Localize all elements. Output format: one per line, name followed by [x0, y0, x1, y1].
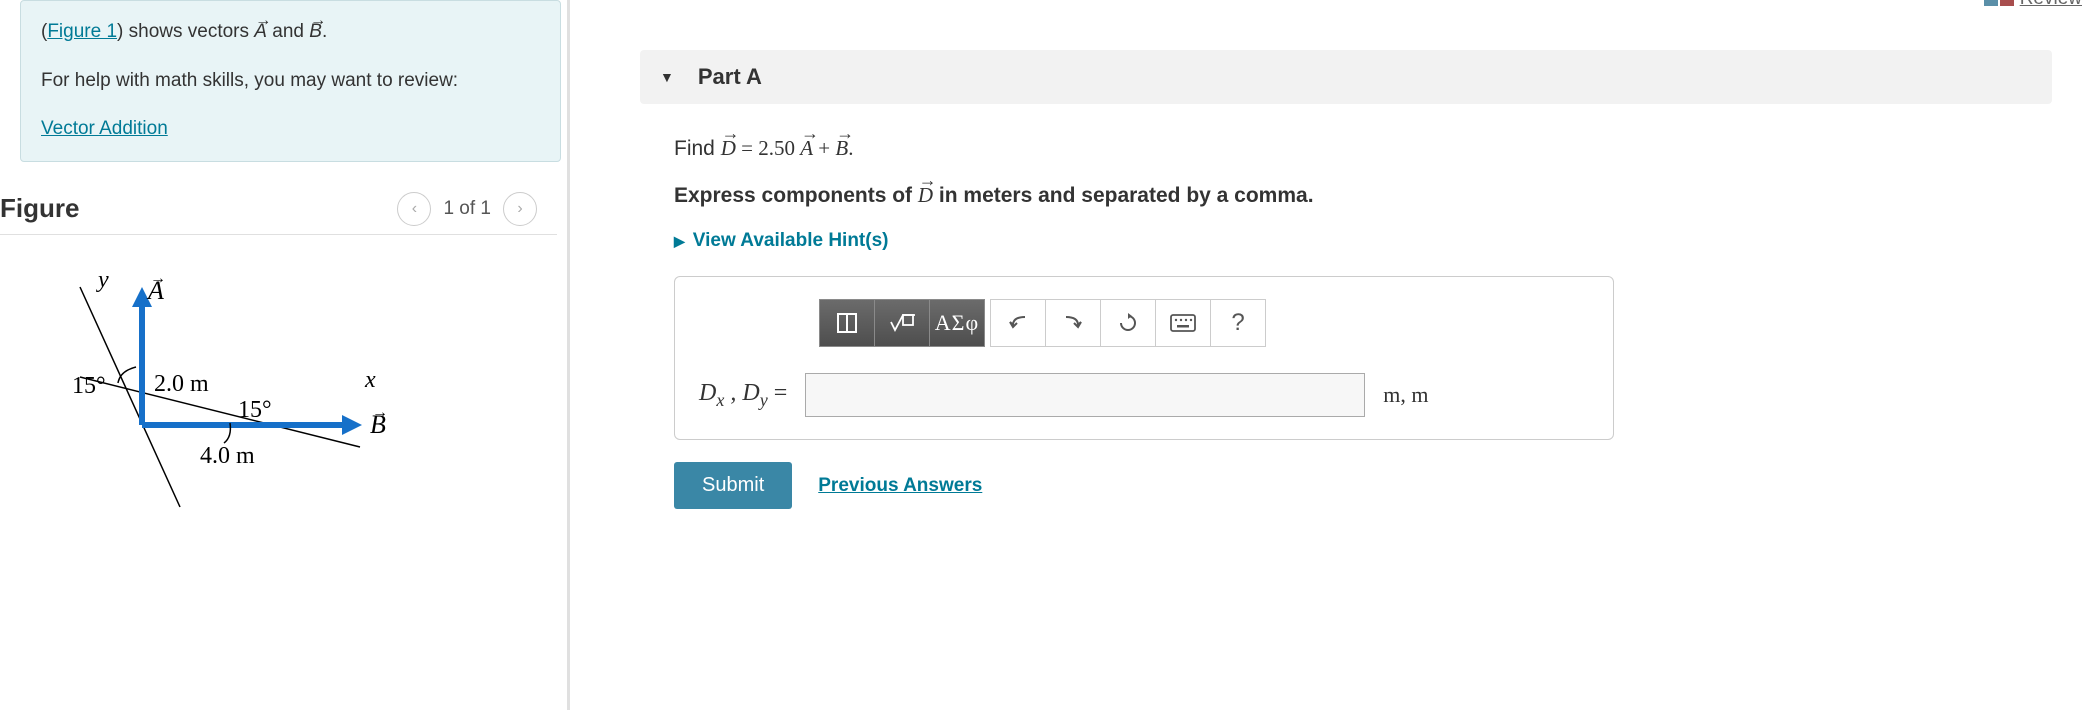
figure-counter: 1 of 1	[443, 198, 491, 220]
figure-nav: ‹ 1 of 1 ›	[397, 192, 537, 226]
part-title: Part A	[698, 64, 762, 90]
express-post: in meters and separated by a comma.	[933, 184, 1313, 207]
prev-figure-button[interactable]: ‹	[397, 192, 431, 226]
expand-icon: ▶	[674, 233, 685, 250]
vector-D: →D	[721, 136, 736, 160]
express-pre: Express components of	[674, 184, 918, 207]
action-row: Submit Previous Answers	[674, 462, 2052, 509]
angle-A: 15°	[72, 373, 106, 399]
eq-text: = 2.50	[736, 136, 800, 160]
intro-and: and	[267, 21, 309, 42]
review-icon	[1984, 0, 1998, 6]
figure-link[interactable]: Figure 1	[47, 21, 117, 42]
reset-button[interactable]	[1100, 299, 1156, 347]
find-label: Find	[674, 137, 721, 160]
previous-answers-link[interactable]: Previous Answers	[818, 475, 982, 497]
part-content: Find →D = 2.50 →A + →B. Express componen…	[640, 104, 2052, 509]
vector-A: →A	[254, 21, 267, 42]
figure-header: Figure ‹ 1 of 1 ›	[0, 182, 557, 235]
figure-image: y x A → B → 15° 15° 2.0 m 4.0 m	[0, 235, 567, 545]
math-toolbar: ΑΣφ ?	[819, 299, 1589, 347]
vector-D-2: →D	[918, 183, 933, 207]
review-icon-2	[2000, 0, 2014, 6]
radical-button[interactable]	[874, 299, 930, 347]
greek-button[interactable]: ΑΣφ	[929, 299, 985, 347]
len-A: 2.0 m	[154, 371, 209, 397]
review-label: Review	[2020, 0, 2082, 10]
vector-B-2: →B	[835, 136, 848, 160]
answer-label: Dx , Dy =	[699, 380, 787, 411]
redo-button[interactable]	[1045, 299, 1101, 347]
intro-box: (Figure 1) shows vectors →A and →B. For …	[20, 0, 561, 162]
review-link[interactable]: Review	[1984, 0, 2082, 10]
x-axis-label: x	[364, 367, 376, 393]
help-line: For help with math skills, you may want …	[41, 68, 540, 95]
vector-B: →B	[309, 21, 322, 42]
help-button[interactable]: ?	[1210, 299, 1266, 347]
answer-box: ΑΣφ ?	[674, 276, 1614, 440]
prompt-line: Find →D = 2.50 →A + →B.	[674, 136, 2052, 161]
unit-label: m, m	[1383, 382, 1428, 408]
next-figure-button[interactable]: ›	[503, 192, 537, 226]
intro-text-1: ) shows vectors	[117, 21, 254, 42]
angle-B: 15°	[238, 397, 272, 423]
template-button[interactable]	[819, 299, 875, 347]
answer-input-row: Dx , Dy = m, m	[699, 373, 1589, 417]
right-panel: Review ▼ Part A Find →D = 2.50 →A + →B. …	[570, 0, 2082, 710]
collapse-icon: ▼	[660, 69, 674, 85]
len-B: 4.0 m	[200, 443, 255, 469]
vector-A-2: →A	[800, 136, 813, 160]
express-line: Express components of →D in meters and s…	[674, 183, 2052, 208]
part-a-header[interactable]: ▼ Part A	[640, 50, 2052, 104]
submit-button[interactable]: Submit	[674, 462, 792, 509]
left-panel: (Figure 1) shows vectors →A and →B. For …	[0, 0, 570, 710]
undo-button[interactable]	[990, 299, 1046, 347]
answer-input[interactable]	[805, 373, 1365, 417]
figure-title: Figure	[0, 193, 79, 224]
keyboard-button[interactable]	[1155, 299, 1211, 347]
intro-line-1: (Figure 1) shows vectors →A and →B.	[41, 19, 540, 46]
vector-addition-link[interactable]: Vector Addition	[41, 118, 168, 139]
view-hints-button[interactable]: ▶ View Available Hint(s)	[674, 230, 2052, 252]
hints-label: View Available Hint(s)	[693, 230, 889, 252]
svg-text:→: →	[150, 270, 166, 287]
y-axis-label: y	[96, 267, 109, 293]
svg-text:→: →	[372, 404, 388, 421]
